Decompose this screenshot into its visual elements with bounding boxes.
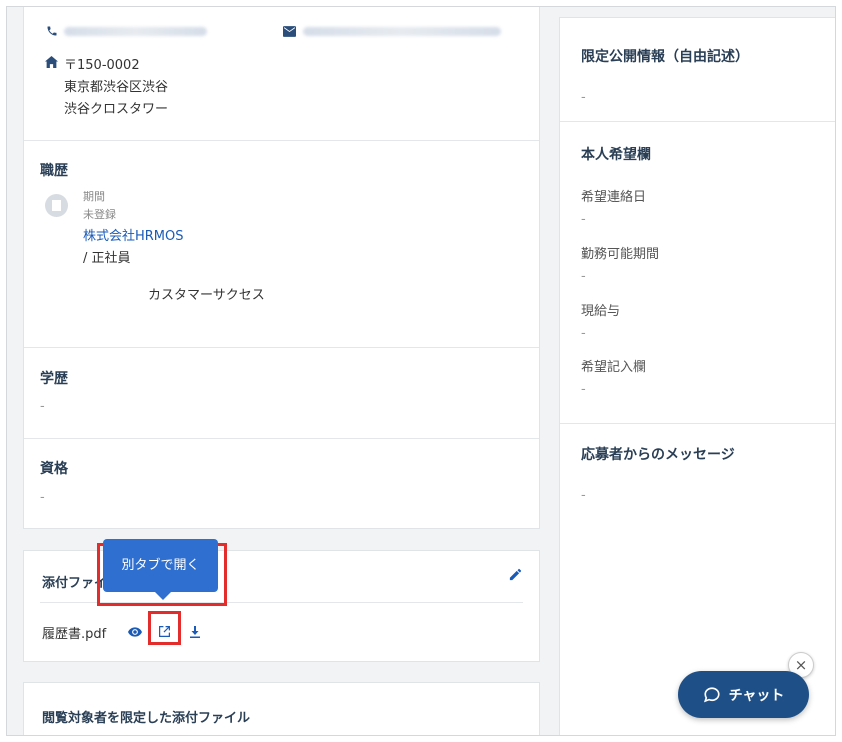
address-line-2: 渋谷クロスタワー xyxy=(64,102,169,117)
limited-info-heading: 限定公開情報（自由記述） xyxy=(581,49,749,65)
limited-info-value: - xyxy=(581,90,586,105)
attachment-file-name: 履歴書.pdf xyxy=(42,627,107,642)
education-value: - xyxy=(40,399,45,414)
chat-button[interactable]: チャット xyxy=(678,671,809,718)
current-salary-label: 現給与 xyxy=(581,304,621,319)
applicant-message-value: - xyxy=(581,488,586,503)
home-icon xyxy=(45,56,58,68)
period-value: 未登録 xyxy=(83,208,116,221)
preference-notes-value: - xyxy=(581,382,586,397)
section-divider xyxy=(24,140,539,141)
qualifications-heading: 資格 xyxy=(40,461,68,477)
postal-code: 〒150-0002 xyxy=(64,58,140,73)
phone-number-redacted xyxy=(64,27,207,36)
section-divider xyxy=(24,347,539,348)
applicant-message-heading: 応募者からのメッセージ xyxy=(581,447,735,463)
open-in-new-tab-highlight-box xyxy=(148,611,181,645)
company-name-link[interactable]: 株式会社HRMOS xyxy=(83,225,184,244)
section-divider xyxy=(560,423,835,424)
applicant-detail-view: 〒150-0002 東京都渋谷区渋谷 渋谷クロスタワー 職歴 期間 未登録 株式… xyxy=(6,6,836,736)
section-divider xyxy=(560,121,835,122)
phone-icon xyxy=(47,26,57,36)
company-icon xyxy=(45,194,68,217)
chat-label: チャット xyxy=(728,687,785,704)
education-heading: 学歴 xyxy=(40,371,68,387)
profile-card: 〒150-0002 東京都渋谷区渋谷 渋谷クロスタワー 職歴 期間 未登録 株式… xyxy=(23,7,540,529)
preview-eye-icon[interactable] xyxy=(128,627,142,637)
restricted-attachments-heading: 閲覧対象者を限定した添付ファイル xyxy=(42,711,251,726)
preferences-heading: 本人希望欄 xyxy=(581,147,651,163)
period-label: 期間 xyxy=(83,190,105,203)
career-description: カスタマーサクセス xyxy=(148,288,265,303)
preferred-contact-date-value: - xyxy=(581,212,586,227)
preference-notes-label: 希望記入欄 xyxy=(581,360,647,375)
mail-icon xyxy=(283,26,296,37)
side-info-card: 限定公開情報（自由記述） - 本人希望欄 希望連絡日 - 勤務可能期間 - 現給… xyxy=(559,17,835,735)
open-in-new-tab-tooltip: 別タブで開く xyxy=(103,539,218,600)
preferred-contact-date-label: 希望連絡日 xyxy=(581,190,647,205)
email-redacted xyxy=(303,27,501,36)
employment-type: / 正社員 xyxy=(83,251,131,266)
address-line-1: 東京都渋谷区渋谷 xyxy=(64,80,169,95)
download-icon[interactable] xyxy=(190,626,200,638)
available-period-value: - xyxy=(581,269,586,284)
available-period-label: 勤務可能期間 xyxy=(581,247,660,262)
chat-bubble-icon xyxy=(703,686,720,702)
career-heading: 職歴 xyxy=(40,163,68,179)
section-divider xyxy=(24,438,539,439)
qualifications-value: - xyxy=(40,490,45,505)
current-salary-value: - xyxy=(581,326,586,341)
edit-pencil-icon[interactable] xyxy=(508,567,523,582)
restricted-attachments-card: 閲覧対象者を限定した添付ファイル xyxy=(23,682,540,735)
